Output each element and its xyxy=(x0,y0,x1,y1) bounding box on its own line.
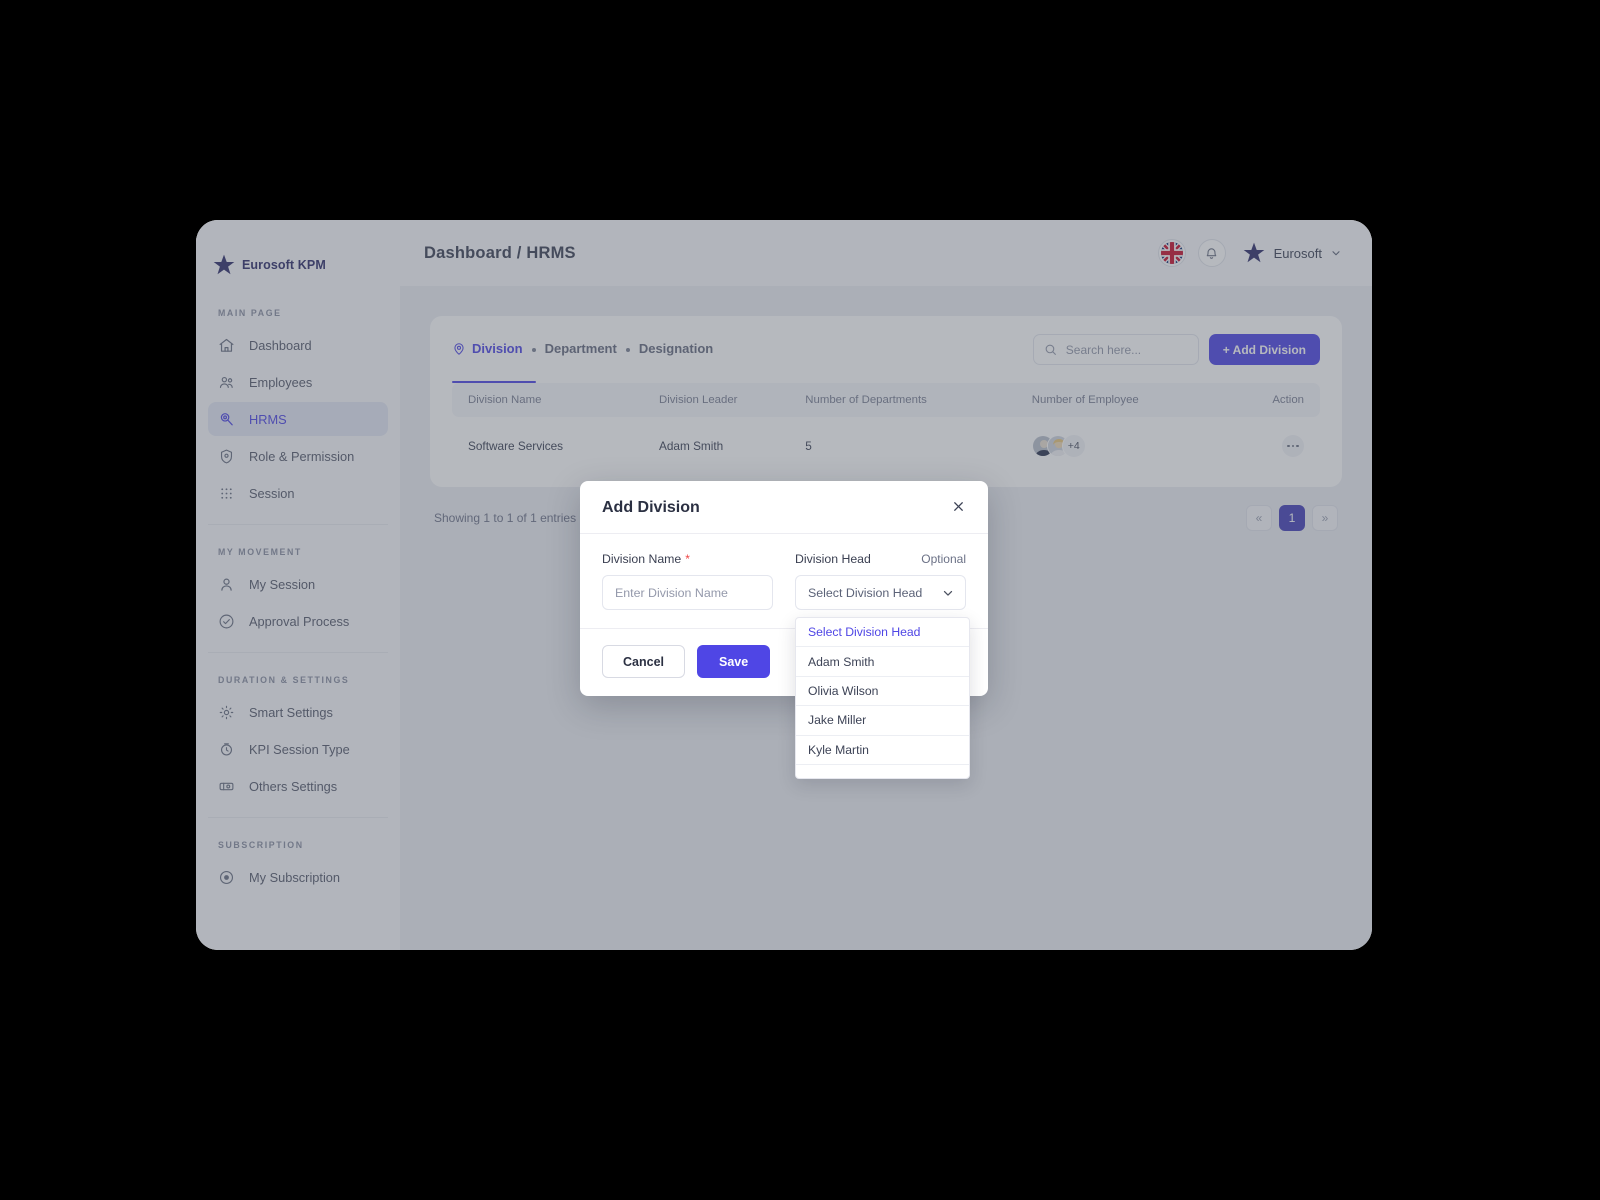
required-marker: * xyxy=(685,552,690,566)
dropdown-option-olivia-wilson[interactable]: Olivia Wilson xyxy=(796,677,969,707)
division-name-input[interactable]: Enter Division Name xyxy=(602,575,773,610)
division-name-label: Division Name xyxy=(602,552,682,566)
close-icon[interactable] xyxy=(951,499,966,517)
division-name-placeholder: Enter Division Name xyxy=(615,585,728,600)
division-name-field-group: Division Name * Enter Division Name xyxy=(602,552,773,610)
optional-label: Optional xyxy=(921,552,966,566)
modal-header: Add Division xyxy=(580,481,988,534)
save-button[interactable]: Save xyxy=(697,645,771,678)
division-head-select[interactable]: Select Division Head xyxy=(795,575,966,610)
division-head-field-group: Division Head Optional Select Division H… xyxy=(795,552,966,610)
close-x-icon xyxy=(954,502,963,511)
modal-body: Division Name * Enter Division Name Divi… xyxy=(580,534,988,610)
division-head-label-row: Division Head Optional xyxy=(795,552,966,566)
division-head-selected-value: Select Division Head xyxy=(808,585,923,600)
dropdown-option-adam-smith[interactable]: Adam Smith xyxy=(796,647,969,677)
dropdown-option-jake-miller[interactable]: Jake Miller xyxy=(796,706,969,736)
division-head-label: Division Head xyxy=(795,552,871,566)
cancel-button[interactable]: Cancel xyxy=(602,645,685,678)
dropdown-option-kyle-martin[interactable]: Kyle Martin xyxy=(796,736,969,765)
division-name-label-row: Division Name * xyxy=(602,552,773,566)
division-head-dropdown[interactable]: Select Division Head Adam Smith Olivia W… xyxy=(795,617,970,779)
modal-title: Add Division xyxy=(602,499,700,516)
chevron-down-icon xyxy=(943,590,953,596)
dropdown-option-select-division-head[interactable]: Select Division Head xyxy=(796,618,969,648)
